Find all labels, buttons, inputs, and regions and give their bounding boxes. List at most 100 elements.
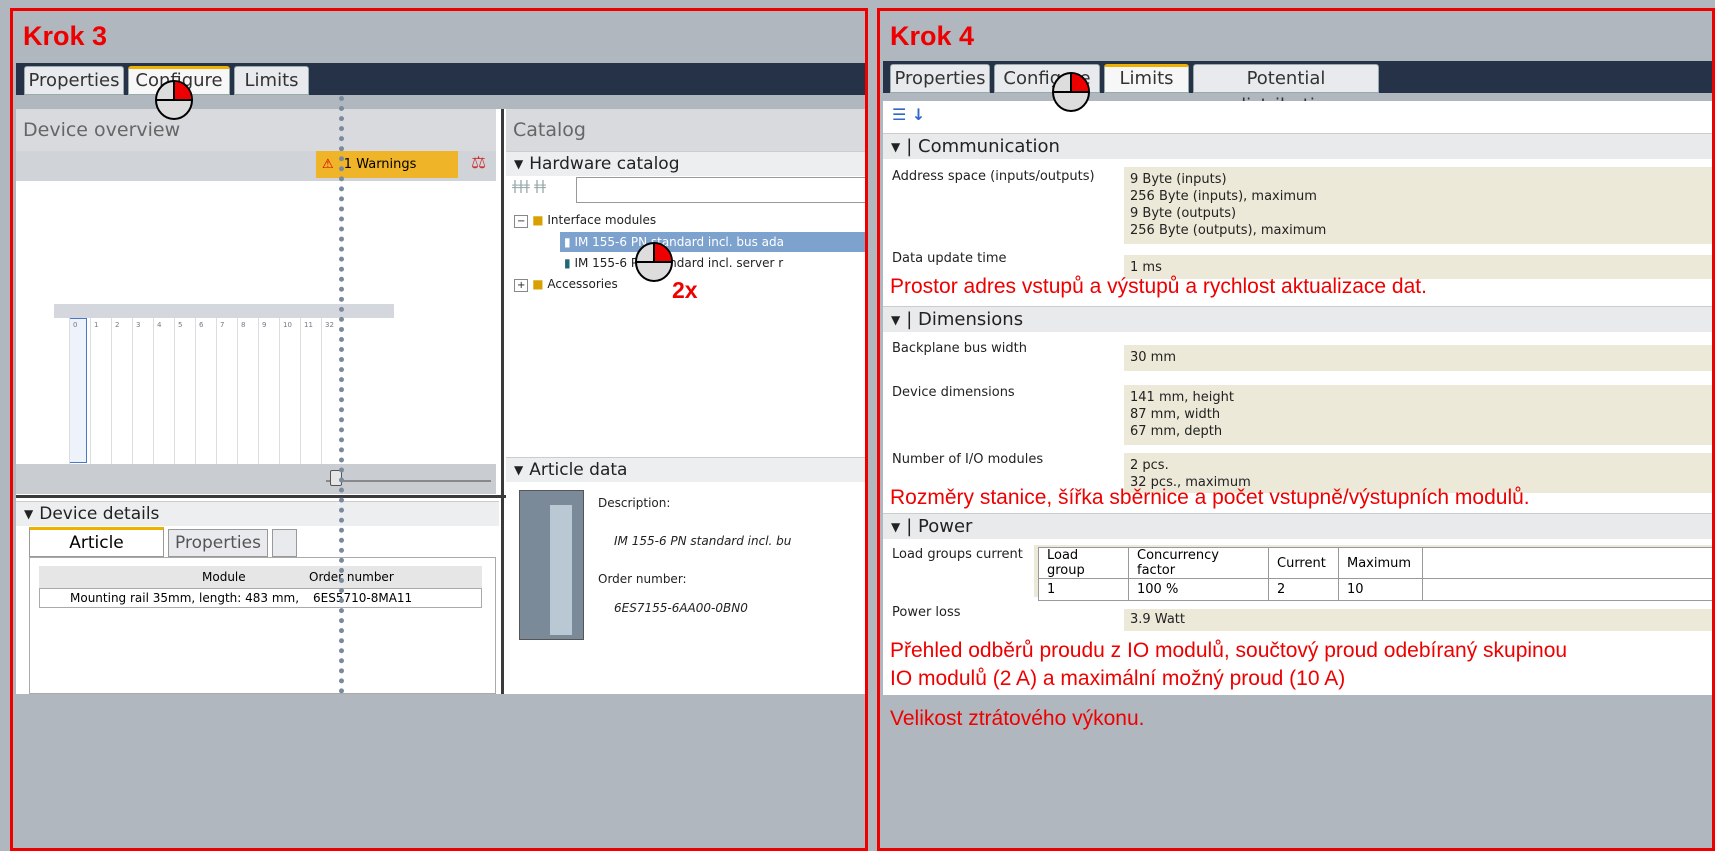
article-data-label: Article data	[529, 460, 628, 480]
dimension-line: 87 mm, width	[1130, 407, 1221, 422]
krok3-tab-bar: Properties Configure Limits	[16, 63, 865, 95]
io-modules-label: Number of I/O modules	[892, 452, 1044, 467]
column-current: Current	[1268, 547, 1339, 579]
krok3-editor: Device overview ⚠ 1 Warnings ⚖ 0 1 2 3 4 5 6 7 8…	[16, 109, 865, 694]
tab-properties[interactable]: Properties	[24, 66, 124, 95]
slot-number: 7	[220, 321, 225, 329]
cell-order-number: 6ES5710-8MA11	[313, 591, 413, 605]
catalog-search-input[interactable]	[576, 177, 865, 203]
slot-number: 3	[136, 321, 141, 329]
article-data-header[interactable]: ▼ Article data	[506, 457, 865, 482]
section-label: Communication	[918, 136, 1060, 157]
rack-slot[interactable]: 0	[69, 318, 90, 478]
column-module: Module	[202, 570, 246, 584]
order-number-value: 6ES7155-6AA00-0BN0	[614, 601, 748, 615]
tab-article-overview[interactable]: Article overview	[29, 527, 164, 579]
slot-number: 5	[178, 321, 183, 329]
slot-number: 32	[325, 321, 334, 329]
warnings-label: 1 Warnings	[343, 157, 417, 172]
cell-module: Mounting rail 35mm, length: 483 mm,	[70, 591, 300, 605]
table-row[interactable]: Mounting rail 35mm, length: 483 mm, 6ES5…	[39, 588, 482, 608]
collapse-icon: ▼	[514, 157, 524, 171]
section-label: Power	[918, 516, 973, 537]
tree-item-selected[interactable]: ▮ IM 155-6 PN standard incl. bus ada	[560, 232, 865, 252]
section-communication[interactable]: ▼ | Communication	[883, 133, 1712, 159]
slot-number: 6	[199, 321, 204, 329]
slot-number: 4	[157, 321, 162, 329]
splitter-horizontal[interactable]	[16, 495, 506, 498]
cell-concurrency[interactable]: 100 %	[1128, 578, 1269, 601]
tree-node-interface-modules[interactable]: − ■ Interface modules	[514, 213, 657, 228]
slot-number: 8	[241, 321, 246, 329]
tab-potential-distribution[interactable]: Potential distribution	[1193, 64, 1379, 116]
description-label: Description:	[598, 496, 671, 510]
rack-slot[interactable]: 9	[258, 318, 279, 478]
collapse-icon: ▼	[514, 463, 524, 477]
slot-number: 9	[262, 321, 267, 329]
power-loss-label: Power loss	[892, 605, 961, 620]
rack-slot[interactable]: 3	[132, 318, 153, 478]
tree-label: Interface modules	[547, 213, 657, 227]
device-details-header[interactable]: ▼ Device details	[16, 501, 499, 526]
sort-icons[interactable]: ☰ ↓	[892, 105, 925, 124]
zoom-slider-track[interactable]	[326, 480, 491, 482]
rack-slot[interactable]: 7	[216, 318, 237, 478]
tab-details-more[interactable]	[272, 529, 297, 557]
cell-maximum[interactable]: 10	[1338, 578, 1423, 601]
mouse-cursor-icon	[155, 80, 193, 120]
network-icon[interactable]: ⚖	[471, 153, 486, 173]
section-dimensions[interactable]: ▼ | Dimensions	[883, 306, 1712, 332]
section-power[interactable]: ▼ | Power	[883, 513, 1712, 539]
tab-limits[interactable]: Limits	[1104, 64, 1189, 93]
rack-slot[interactable]: 1	[90, 318, 111, 478]
warning-icon: ⚠	[322, 157, 334, 172]
warnings-badge[interactable]: ⚠ 1 Warnings	[316, 151, 458, 178]
rack-slot[interactable]: 6	[195, 318, 216, 478]
section-label: Dimensions	[918, 309, 1024, 330]
note-power-line1: Přehled odběrů proudu z IO modulů, součt…	[890, 639, 1568, 662]
tab-details-properties[interactable]: Properties	[168, 529, 268, 557]
note-dimensions: Rozměry stanice, šířka sběrnice a počet …	[890, 486, 1530, 509]
device-dimensions-label: Device dimensions	[892, 385, 1015, 400]
description-value: IM 155-6 PN standard incl. bu	[614, 534, 792, 548]
module-icon: ▮	[564, 235, 571, 249]
address-line: 9 Byte (inputs)	[1130, 172, 1227, 187]
hardware-catalog-header[interactable]: ▼ Hardware catalog	[506, 151, 865, 176]
krok3-panel: Krok 3 Properties Configure Limits Devic…	[10, 8, 868, 851]
folder-icon: ■	[532, 213, 544, 227]
rack-slot[interactable]: 4	[153, 318, 174, 478]
dotted-guide-line	[339, 96, 344, 694]
rack-slot[interactable]: 10	[279, 318, 300, 478]
backplane-value: 30 mm	[1124, 345, 1712, 371]
rack-slot[interactable]: 2	[111, 318, 132, 478]
cell-load-group[interactable]: 1	[1038, 578, 1129, 601]
rack-slot[interactable]: 8	[237, 318, 258, 478]
tree-label: IM 155-6 PN standard incl. bus ada	[574, 235, 785, 249]
note-power-loss: Velikost ztrátového výkonu.	[890, 707, 1145, 730]
load-groups-table: Load group Concurrency factor Current Ma…	[1038, 547, 1712, 601]
tree-node-accessories[interactable]: + ■ Accessories	[514, 277, 618, 292]
rack-slot[interactable]: 5	[174, 318, 195, 478]
data-update-label: Data update time	[892, 251, 1007, 266]
slot-number: 0	[73, 321, 78, 329]
power-loss-value: 3.9 Watt	[1124, 609, 1712, 631]
krok4-panel: Krok 4 Properties Configure Limits Poten…	[877, 8, 1715, 851]
column-maximum: Maximum	[1338, 547, 1423, 579]
address-space-value: 9 Byte (inputs) 256 Byte (inputs), maxim…	[1124, 167, 1712, 244]
article-table-box: Module Order number Mounting rail 35mm, …	[29, 557, 496, 694]
column-load-group: Load group	[1038, 547, 1129, 579]
rack-slot[interactable]: 11	[300, 318, 321, 478]
tab-properties[interactable]: Properties	[890, 64, 990, 93]
krok3-title: Krok 3	[23, 21, 108, 51]
module-icon: ▮	[564, 256, 571, 270]
filter-icons[interactable]: ǂǂǂ ǂǂ	[512, 179, 546, 194]
table-row[interactable]: 1 100 % 2 10	[1038, 578, 1712, 601]
tab-limits[interactable]: Limits	[234, 66, 309, 95]
collapse-icon: ▼	[24, 507, 34, 521]
zoom-bar	[16, 464, 496, 494]
cell-empty	[1422, 578, 1712, 601]
splitter-vertical[interactable]	[501, 109, 504, 694]
order-number-label: Order number:	[598, 572, 687, 586]
cell-current[interactable]: 2	[1268, 578, 1339, 601]
tree-label: Accessories	[547, 277, 618, 291]
